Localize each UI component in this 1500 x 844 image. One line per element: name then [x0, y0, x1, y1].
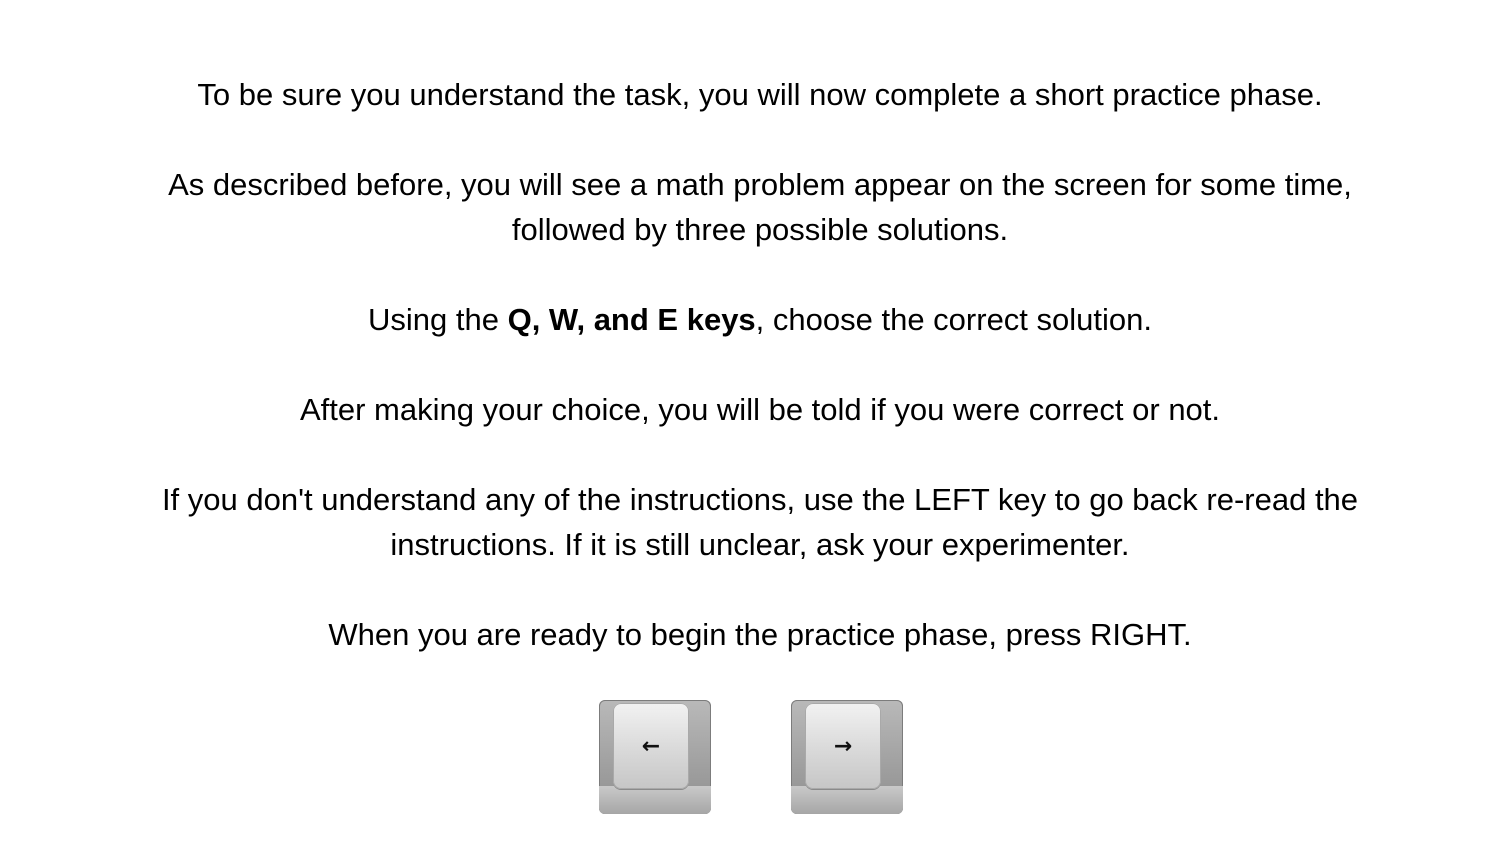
- instruction-keys-prefix: Using the: [368, 302, 508, 337]
- instruction-begin: When you are ready to begin the practice…: [328, 617, 1192, 652]
- right-key-button[interactable]: →: [791, 700, 903, 814]
- left-key-cap: ←: [613, 703, 689, 789]
- instruction-help-line-2: instructions. If it is still unclear, as…: [390, 527, 1130, 562]
- instruction-help: If you don't understand any of the instr…: [0, 477, 1500, 567]
- right-key-cap: →: [805, 703, 881, 789]
- left-key-button[interactable]: ←: [599, 700, 711, 814]
- right-arrow-icon: →: [833, 733, 853, 759]
- left-arrow-icon: ←: [641, 733, 661, 759]
- instruction-task-line-2: followed by three possible solutions.: [511, 212, 1009, 247]
- instruction-task-line-1: As described before, you will see a math…: [168, 167, 1352, 202]
- instruction-keys-suffix: , choose the correct solution.: [755, 302, 1152, 337]
- right-key-base: [791, 786, 903, 814]
- instruction-help-line-1: If you don't understand any of the instr…: [161, 482, 1359, 517]
- instruction-task-description: As described before, you will see a math…: [0, 162, 1500, 252]
- instruction-feedback: After making your choice, you will be to…: [299, 392, 1221, 427]
- left-key-base: [599, 786, 711, 814]
- instruction-keys: Using the Q, W, and E keys, choose the c…: [0, 297, 1500, 342]
- instruction-keys-bold: Q, W, and E keys: [507, 302, 756, 337]
- instruction-practice-intro: To be sure you understand the task, you …: [197, 77, 1323, 112]
- instructions-text: To be sure you understand the task, you …: [0, 72, 1500, 657]
